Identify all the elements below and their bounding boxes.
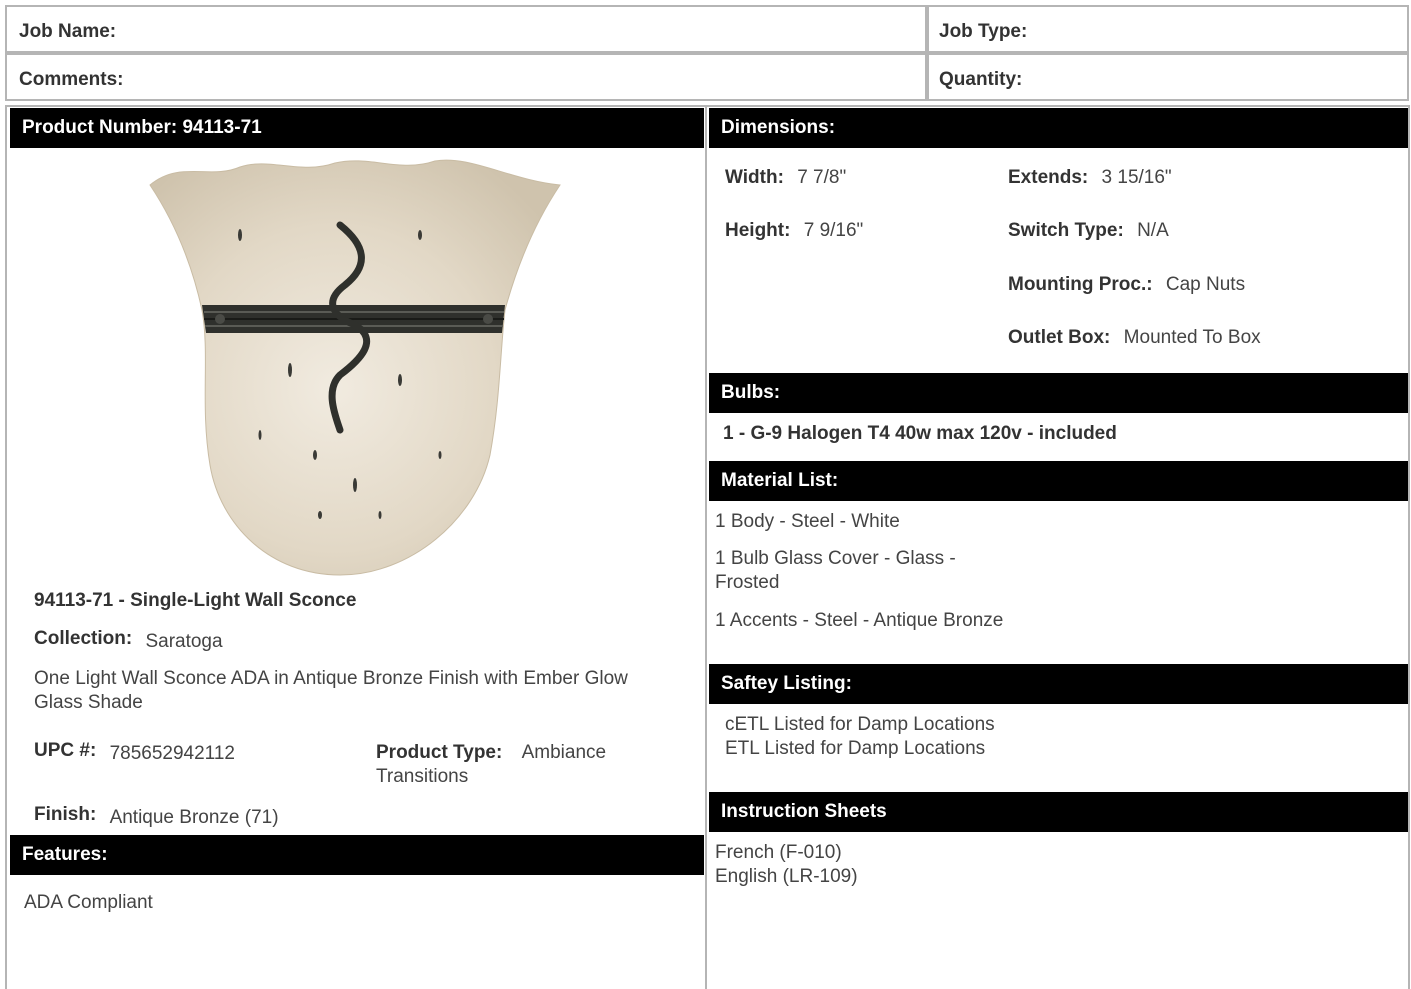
upc-value: 785652942112: [109, 743, 235, 764]
wall-sconce-image: [149, 159, 561, 576]
comments-label: Comments:: [19, 69, 124, 90]
collection-row: Collection: Saratoga: [34, 628, 223, 652]
safety-item: cETL Listed for Damp Locations: [725, 714, 995, 735]
switch-type-label: Switch Type:: [1008, 220, 1124, 241]
collection-value: Saratoga: [145, 631, 223, 652]
comments-cell[interactable]: Comments:: [5, 53, 927, 101]
width-value: 7 7/8": [797, 167, 847, 188]
product-number-header: Product Number: 94113-71: [10, 108, 704, 148]
safety-item: ETL Listed for Damp Locations: [725, 738, 986, 759]
outlet-box-label: Outlet Box:: [1008, 327, 1111, 348]
job-name-cell[interactable]: Job Name:: [5, 5, 927, 53]
bulbs-header: Bulbs:: [709, 373, 1408, 413]
safety-listing-header: Saftey Listing:: [709, 664, 1408, 704]
height-value: 7 9/16": [803, 220, 864, 241]
product-title: 94113-71 - Single-Light Wall Sconce: [34, 590, 357, 611]
quantity-cell[interactable]: Quantity:: [927, 53, 1409, 101]
extends-row: Extends: 3 15/16": [1008, 167, 1172, 189]
height-row: Height: 7 9/16": [725, 220, 863, 242]
mounting-label: Mounting Proc.:: [1008, 274, 1153, 295]
extends-value: 3 15/16": [1101, 167, 1172, 188]
finish-value: Antique Bronze (71): [109, 807, 279, 828]
mounting-value: Cap Nuts: [1165, 274, 1246, 295]
instruction-sheets-header: Instruction Sheets: [709, 792, 1408, 832]
bulbs-text: 1 - G-9 Halogen T4 40w max 120v - includ…: [723, 423, 1117, 444]
upc-label: UPC #:: [34, 740, 97, 761]
upc-row: UPC #: 785652942112: [34, 740, 235, 764]
width-label: Width:: [725, 167, 784, 188]
job-type-label: Job Type:: [939, 21, 1028, 42]
instruction-link-english[interactable]: English (LR-109): [715, 865, 858, 889]
switch-type-row: Switch Type: N/A: [1008, 220, 1169, 242]
finish-label: Finish:: [34, 804, 97, 825]
extends-label: Extends:: [1008, 167, 1089, 188]
quantity-label: Quantity:: [939, 69, 1023, 90]
product-type-label: Product Type:: [376, 742, 503, 763]
features-header: Features:: [10, 835, 704, 875]
job-name-label: Job Name:: [19, 21, 117, 42]
job-type-cell[interactable]: Job Type:: [927, 5, 1409, 53]
height-label: Height:: [725, 220, 791, 241]
material-item: 1 Body - Steel - White: [715, 511, 900, 532]
dimensions-header: Dimensions:: [709, 108, 1408, 148]
width-row: Width: 7 7/8": [725, 167, 846, 189]
feature-item: ADA Compliant: [24, 892, 153, 913]
outlet-box-value: Mounted To Box: [1123, 327, 1261, 348]
outlet-box-row: Outlet Box: Mounted To Box: [1008, 327, 1261, 349]
switch-type-value: N/A: [1137, 220, 1169, 241]
material-list-header: Material List:: [709, 461, 1408, 501]
product-description: One Light Wall Sconce ADA in Antique Bro…: [34, 668, 628, 713]
instruction-link-french[interactable]: French (F-010): [715, 841, 842, 865]
material-item: 1 Accents - Steel - Antique Bronze: [715, 610, 1004, 631]
mounting-row: Mounting Proc.: Cap Nuts: [1008, 274, 1245, 296]
finish-row: Finish: Antique Bronze (71): [34, 804, 279, 828]
collection-label: Collection:: [34, 628, 133, 649]
material-item: 1 Bulb Glass Cover - Glass - Frosted: [715, 548, 956, 593]
product-type-row: Product Type: Ambiance Transitions: [376, 741, 666, 789]
